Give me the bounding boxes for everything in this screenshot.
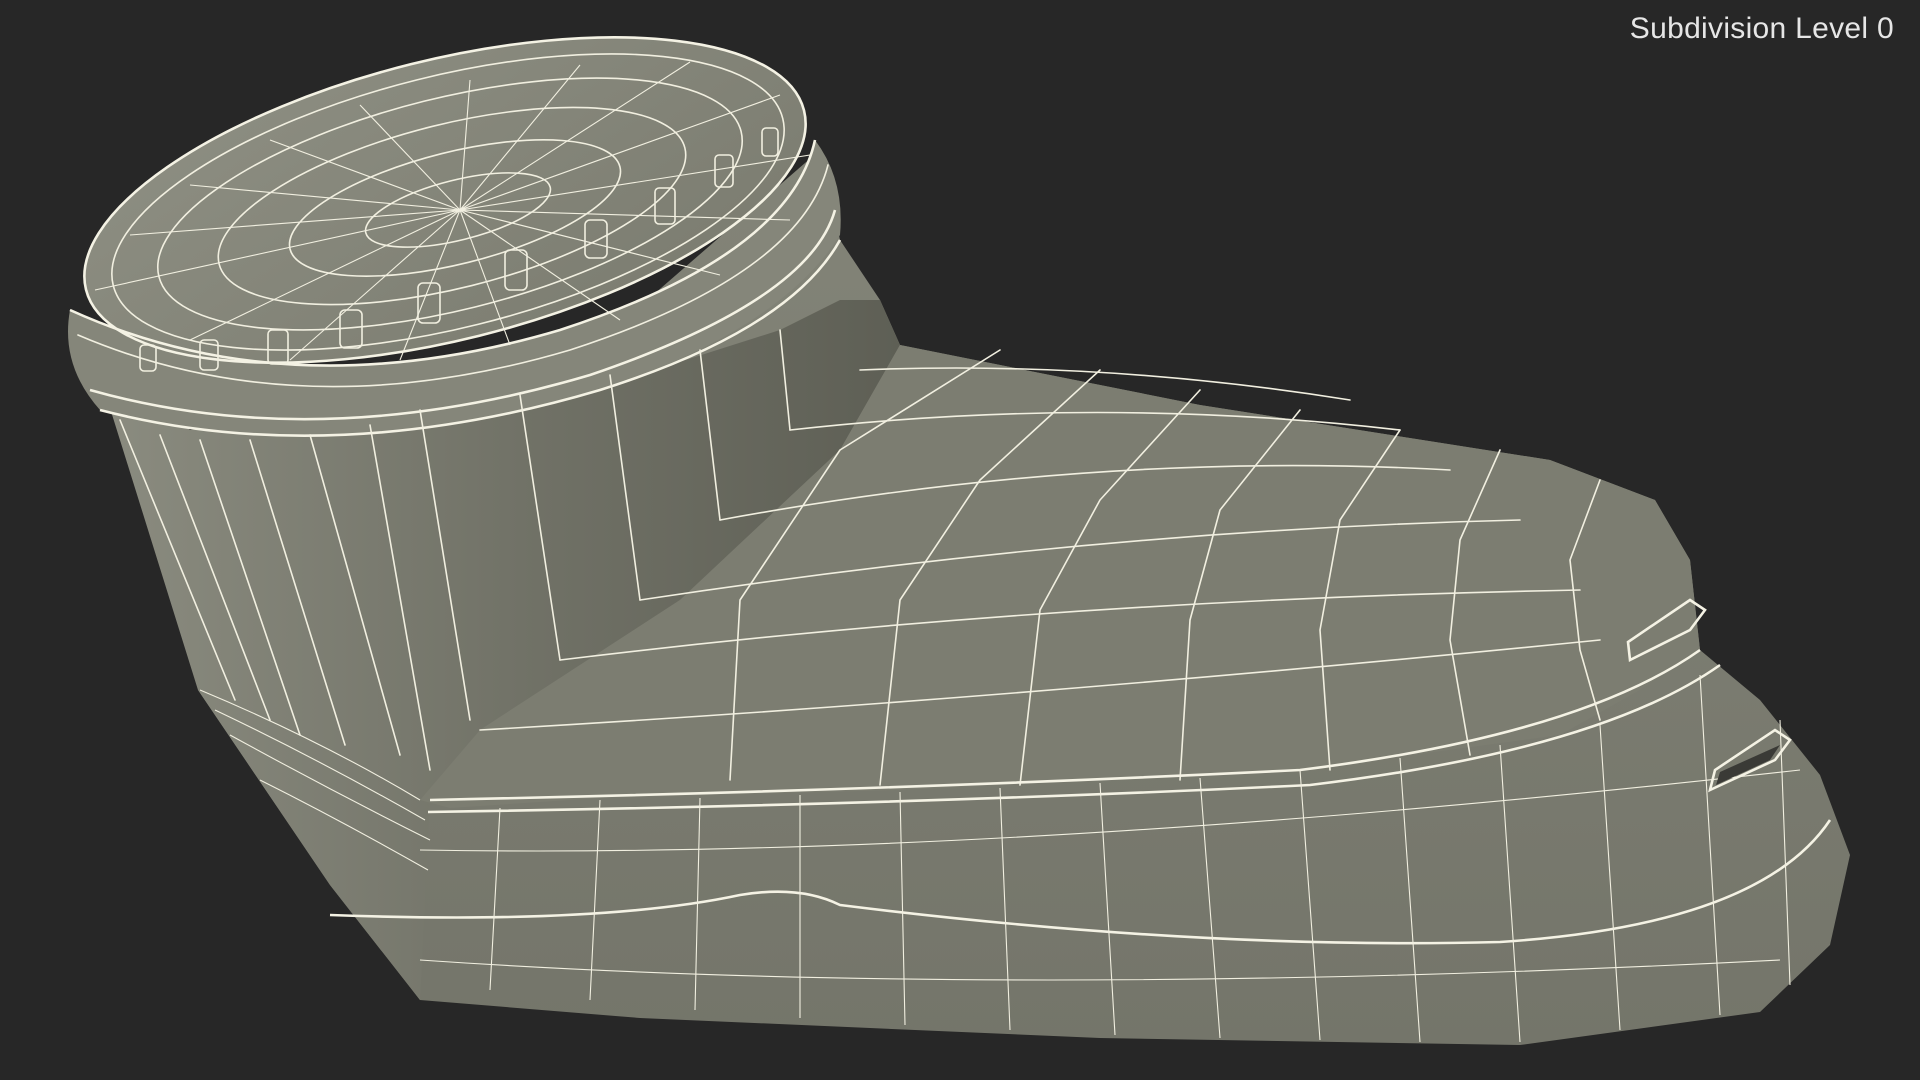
subdivision-level-label: Subdivision Level 0 — [1629, 12, 1894, 45]
wireframe-model-render — [68, 36, 1850, 1045]
3d-viewport[interactable]: Subdivision Level 0 — [0, 0, 1920, 1080]
